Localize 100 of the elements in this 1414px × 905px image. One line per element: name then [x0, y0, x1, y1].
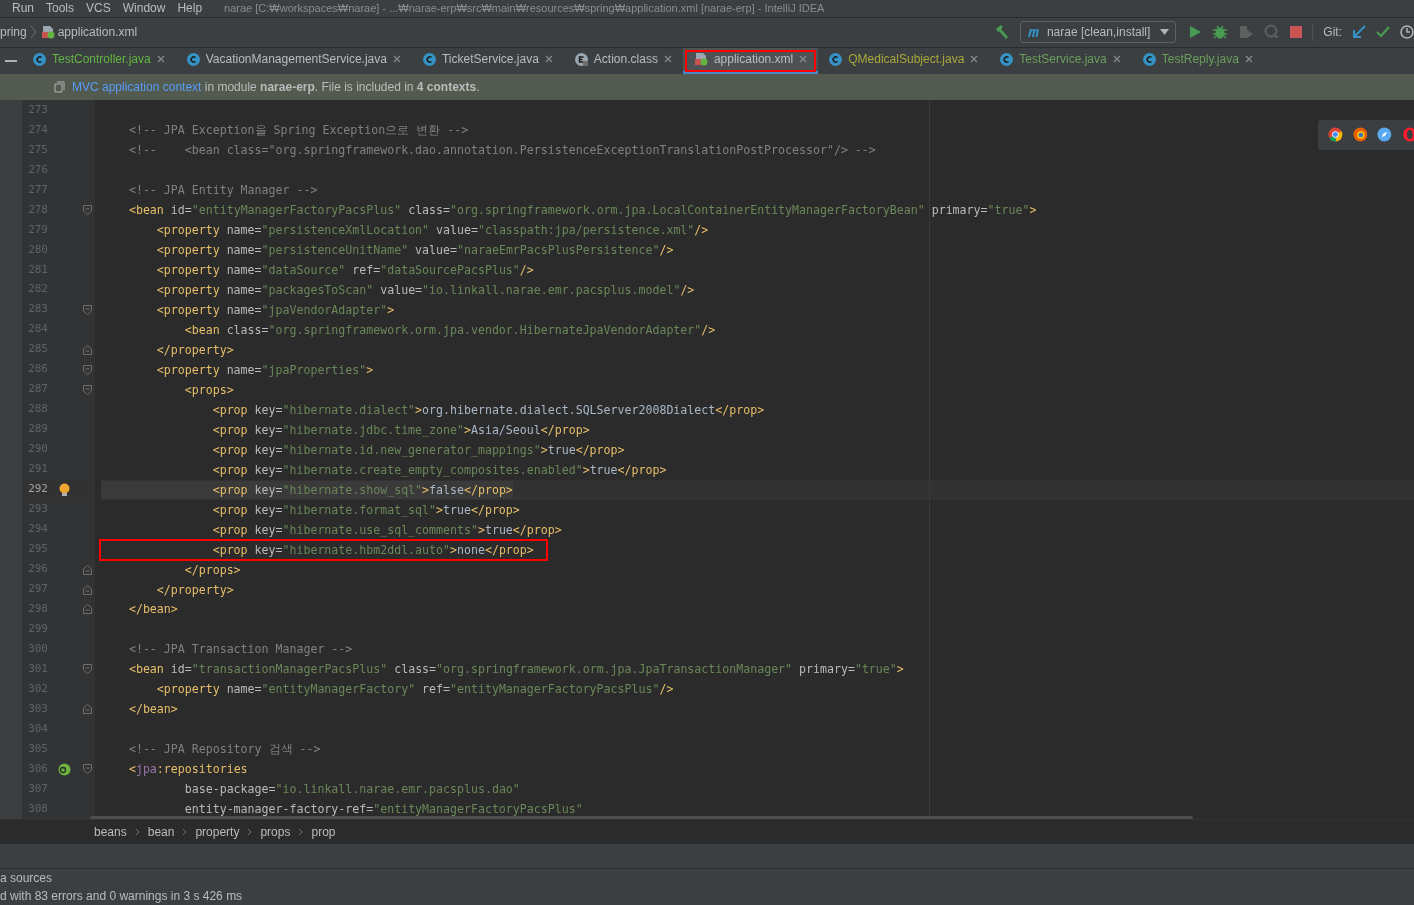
close-icon[interactable] [392, 55, 401, 64]
close-icon[interactable] [970, 55, 979, 64]
firefox-icon[interactable] [1352, 127, 1368, 143]
code-line: <property name="jpaVendorAdapter"> [155, 301, 395, 319]
chevron-icon [134, 828, 140, 837]
close-icon[interactable] [1244, 55, 1253, 64]
menu-item[interactable]: Tools [46, 2, 75, 15]
lightbulb-icon[interactable] [58, 482, 70, 497]
path-item[interactable]: property [195, 823, 240, 842]
code-line: </props> [183, 561, 241, 579]
checkmark-icon[interactable] [1376, 26, 1390, 39]
fold-icon[interactable] [83, 604, 92, 615]
chevron-icon [298, 828, 304, 837]
class-icon [1000, 52, 1014, 66]
run-config-dropdown[interactable]: narae [clean,install] [1019, 21, 1177, 44]
menu-item[interactable]: Run [12, 2, 34, 15]
bug-icon[interactable] [1212, 24, 1229, 41]
path-item[interactable]: beans [94, 823, 127, 842]
coverage-icon[interactable] [1238, 24, 1255, 41]
close-icon[interactable] [1112, 55, 1121, 64]
fold-icon[interactable] [83, 204, 92, 215]
path-item[interactable]: prop [311, 823, 336, 842]
menu-item[interactable]: Help [177, 2, 203, 15]
editor-tab[interactable]: VacationManagementService.java [175, 47, 412, 74]
code-line: <property name="entityManagerFactory" ref="entityManagerFactoryPacsPlus"/> [155, 681, 674, 699]
fold-icon[interactable] [83, 764, 92, 775]
code-line: <bean id="transactionManagerPacsPlus" class="org.springframework.orm.jpa.JpaTransactionManager" primary="true"> [127, 661, 904, 679]
code-line: <property name="dataSource" ref="dataSourcePacsPlus"/> [155, 261, 534, 279]
code-line: <prop key="hibernate.use_sql_comments">true</prop> [211, 521, 562, 539]
class-icon [829, 52, 843, 66]
close-icon[interactable] [544, 55, 553, 64]
code-line: <property name="packagesToScan" value="io.linkall.narae.emr.pacsplus.model"/> [155, 281, 695, 299]
code-line: <prop key="hibernate.create_empty_composites.enabled">true</prop> [211, 461, 667, 479]
close-icon[interactable] [799, 55, 808, 64]
code-line: <prop key="hibernate.id.new_generator_mappings">true</prop> [211, 441, 625, 459]
code-line: entity-manager-factory-ref="entityManagerFactoryPacsPlus" [183, 801, 583, 819]
fold-icon[interactable] [83, 564, 92, 575]
context-icon [54, 80, 66, 93]
class-icon [1142, 52, 1156, 66]
fold-icon[interactable] [83, 304, 92, 315]
xml-file-icon [693, 52, 708, 67]
fold-icon[interactable] [83, 664, 92, 675]
compass-icon[interactable] [1377, 127, 1393, 143]
update-arrow-icon[interactable] [1352, 25, 1366, 40]
xml-file-icon [40, 25, 55, 40]
code-line: <property name="jpaProperties"> [155, 361, 374, 379]
output-line: a sources [0, 870, 54, 887]
window-title: narae [C:₩workspaces₩narae] - ...₩narae-erp₩src₩main₩resources₩spring₩application.xml [narae-erp] - IntelliJ IDEA [224, 3, 825, 14]
fold-icon[interactable] [83, 344, 92, 355]
chevron-icon [182, 828, 188, 837]
stop-icon[interactable] [1290, 26, 1303, 39]
code-line: <prop key="hibernate.format_sql">true</prop> [211, 501, 520, 519]
class-icon [186, 52, 200, 66]
editor-tab[interactable]: QMedicalSubject.java [818, 47, 990, 74]
editor-tab[interactable]: application.xml [682, 47, 819, 74]
code-line: <!-- JPA Entity Manager --> [127, 181, 318, 199]
opera-icon[interactable] [1402, 127, 1414, 143]
hammer-icon[interactable] [993, 24, 1010, 41]
editor-tab[interactable]: Action.class [563, 47, 683, 74]
code-line: <bean id="entityManagerFactoryPacsPlus" class="org.springframework.orm.jpa.LocalContainerEntityManagerFactoryBean" primary="true"> [127, 201, 1037, 219]
code-line: <props> [183, 381, 234, 399]
profiler-icon[interactable] [1264, 24, 1281, 41]
fold-icon[interactable] [83, 704, 92, 715]
history-clock-icon[interactable] [1400, 25, 1414, 40]
fold-icon[interactable] [83, 584, 92, 595]
spring-data-icon[interactable] [57, 762, 71, 776]
class-icon [33, 52, 46, 66]
chrome-icon[interactable] [1328, 127, 1343, 143]
breadcrumb-item[interactable]: application.xml [57, 23, 138, 42]
code-line: <property name="persistenceUnitName" value="naraeEmrPacsPlusPersistence"/> [155, 241, 674, 259]
chevron-icon [29, 25, 38, 40]
code-line: <property name="persistenceXmlLocation" value="classpath:jpa/persistence.xml"/> [155, 221, 709, 239]
fold-icon[interactable] [83, 384, 92, 395]
output-line: d with 83 errors and 0 warnings in 3 s 426 ms [0, 888, 244, 905]
close-icon[interactable] [663, 55, 672, 64]
play-icon[interactable] [1188, 25, 1203, 40]
fold-icon[interactable] [83, 364, 92, 375]
path-item[interactable]: props [260, 823, 291, 842]
code-line: <!-- <bean class="org.springframework.dao.annotation.PersistenceExceptionTranslationPostProcessor"/> --> [127, 141, 876, 159]
editor-tab[interactable]: TestService.java [989, 47, 1132, 74]
code-line: <!-- JPA Exception을 Spring Exception으로 변환 --> [127, 121, 469, 139]
editor-tab[interactable]: TestReply.java [1131, 47, 1264, 74]
code-line: <!-- JPA Repository 검색 --> [127, 741, 321, 759]
menu-item[interactable]: VCS [86, 2, 111, 15]
git-label: Git: [1323, 24, 1342, 42]
scrollbar[interactable] [90, 815, 1193, 820]
menu-item[interactable]: Window [122, 2, 166, 15]
path-item[interactable]: bean [147, 823, 175, 842]
code-line: <prop key="hibernate.hbm2ddl.auto">none</prop> [101, 540, 546, 559]
notice-text: MVC application context in module narae-erp. File is included in 4 contexts. [72, 78, 480, 96]
editor-tab[interactable]: TicketService.java [411, 47, 564, 74]
code-line: </property> [155, 341, 234, 359]
code-line: <jpa:repositories [127, 761, 248, 779]
class-icon [422, 52, 436, 66]
breadcrumb-item[interactable]: pring [0, 23, 27, 42]
code-line: <!-- JPA Transaction Manager --> [127, 641, 353, 659]
code-line: </bean> [127, 701, 178, 719]
code-line: </property> [155, 581, 234, 599]
close-icon[interactable] [156, 55, 165, 64]
editor-tab[interactable]: TestController.java [22, 47, 176, 74]
